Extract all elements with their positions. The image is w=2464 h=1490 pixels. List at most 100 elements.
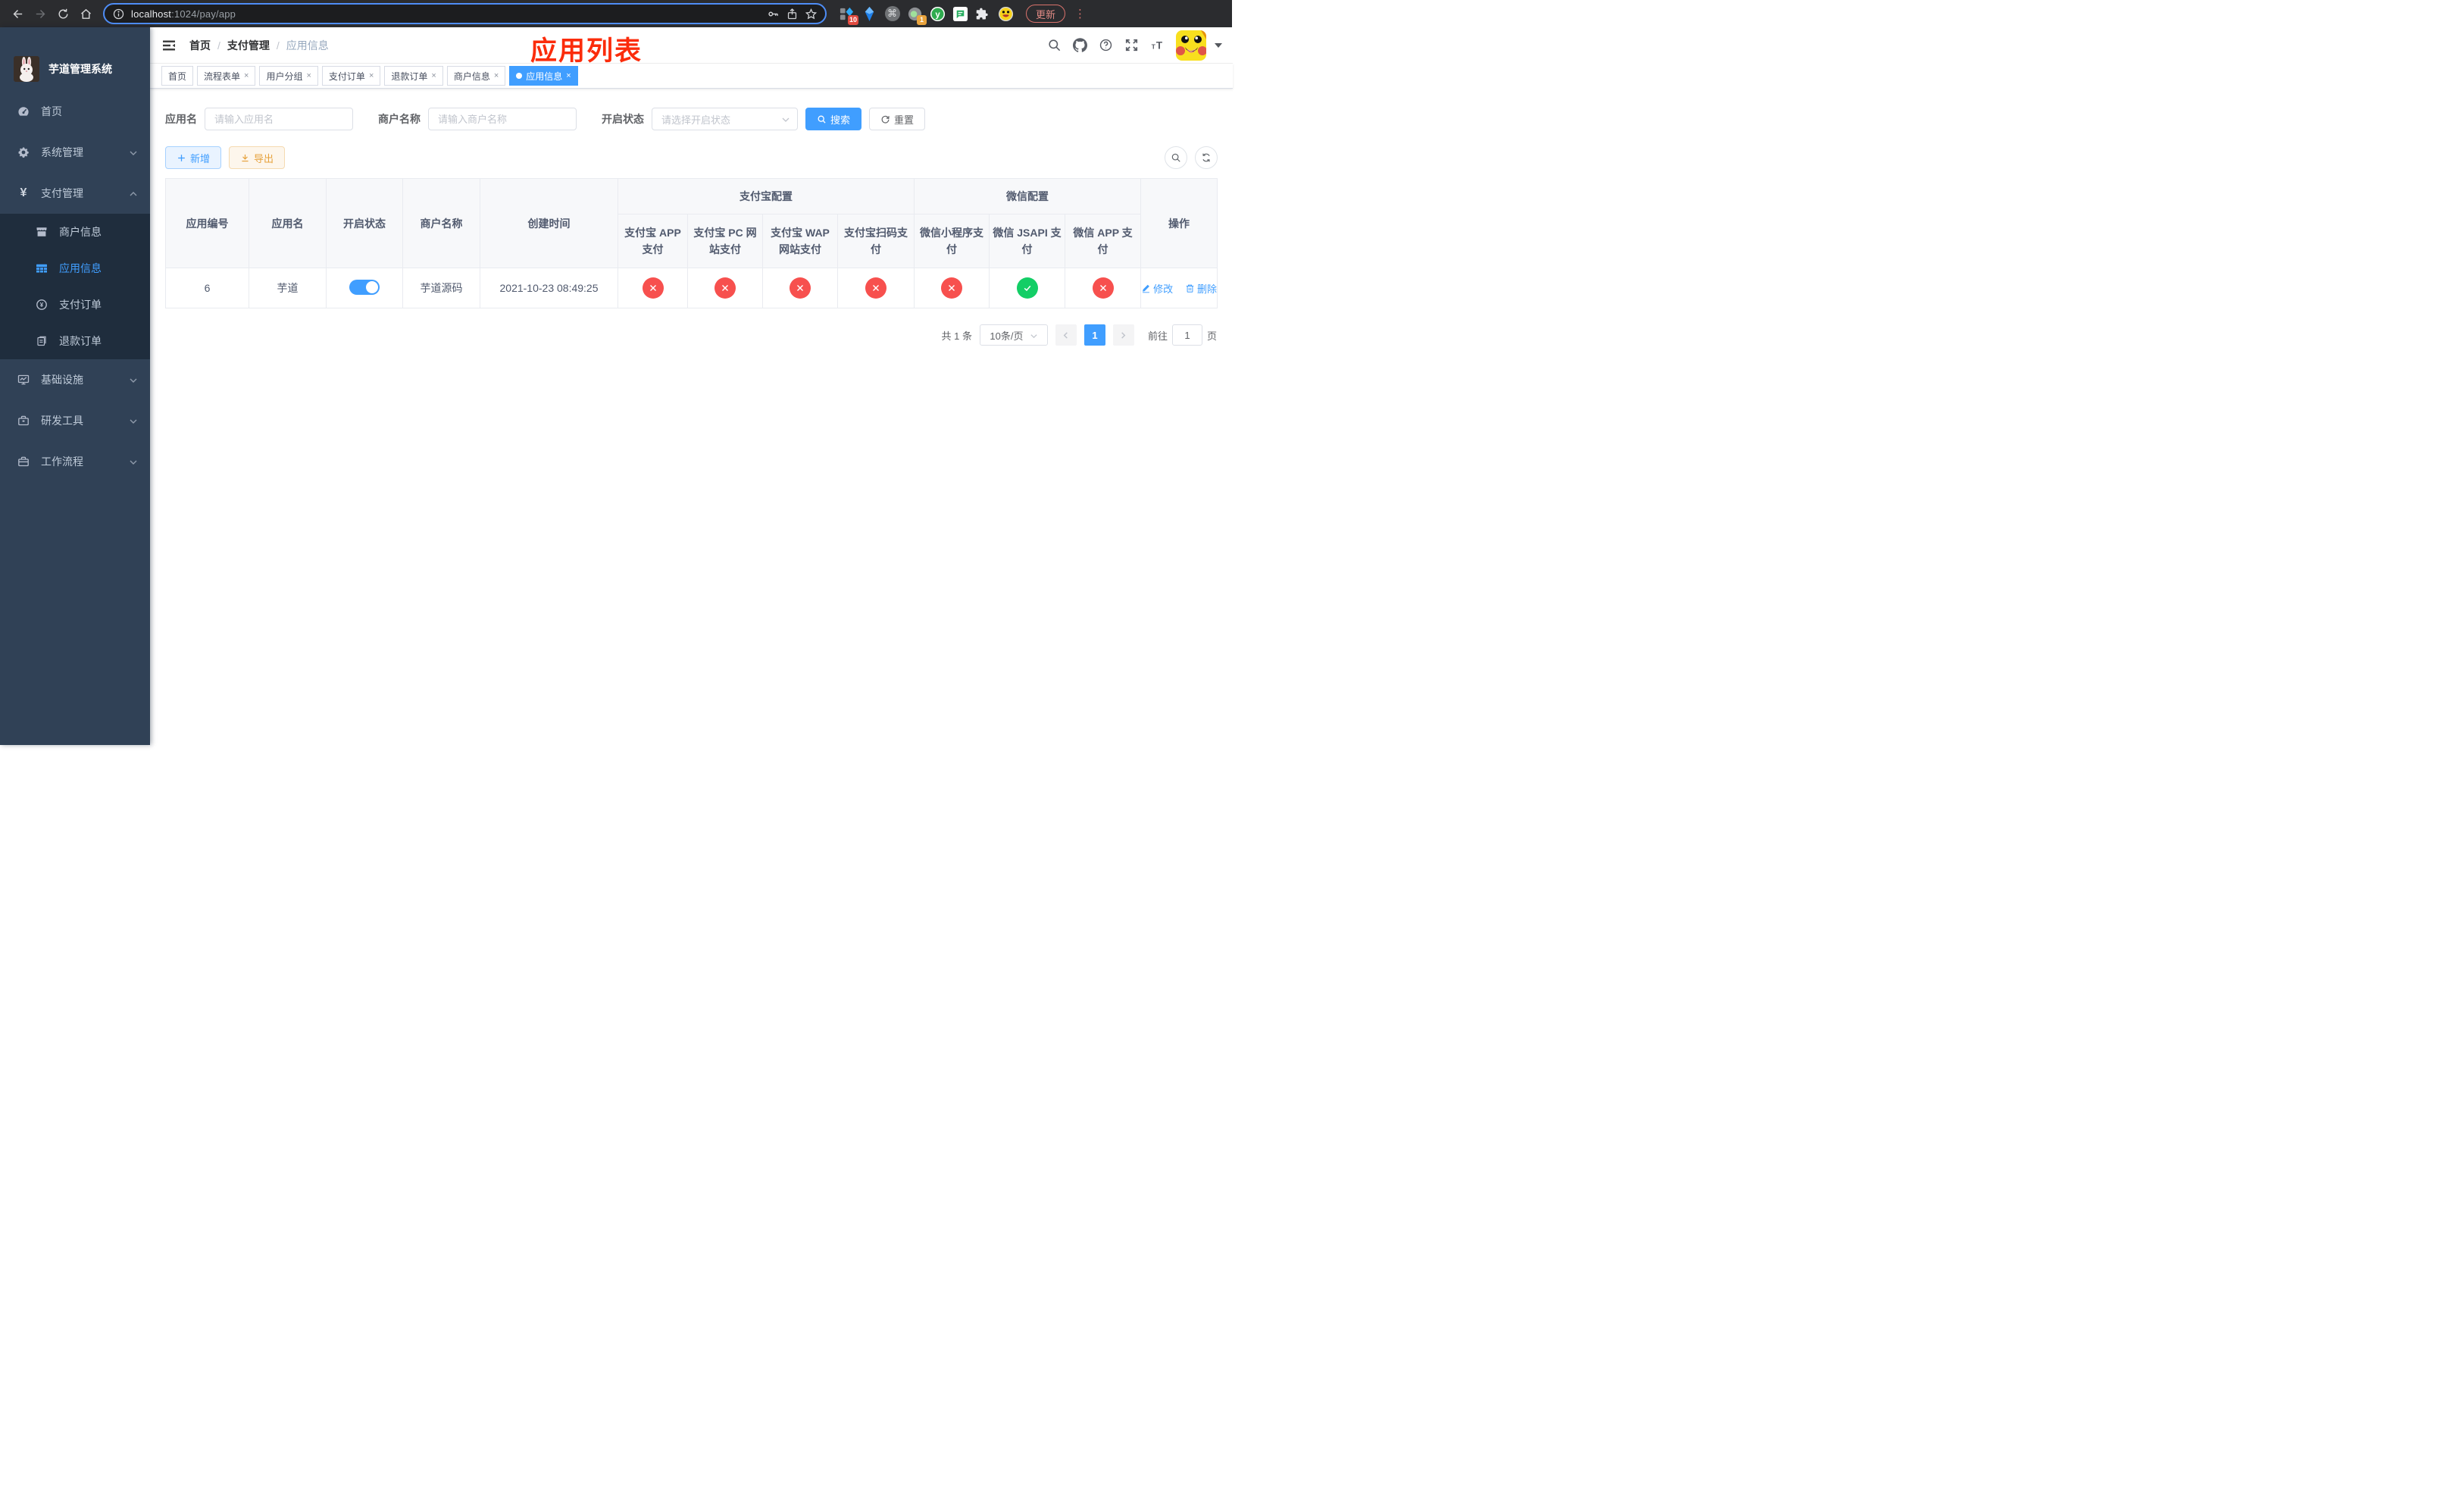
tag-pay-order[interactable]: 支付订单 × [321,66,381,86]
extension-command-icon[interactable]: ⌘ [884,6,900,22]
close-icon[interactable]: × [566,71,571,80]
fullscreen-icon[interactable] [1124,38,1139,52]
svg-text:¥: ¥ [40,302,44,308]
cross-icon [714,277,736,299]
active-dot [516,73,523,79]
pagination: 共 1 条 10条/页 1 前往 页 [165,324,1217,346]
search-icon[interactable] [1047,38,1062,52]
toggle-search-button[interactable] [1165,146,1188,169]
back-icon[interactable] [8,4,27,23]
extension-proxy-icon[interactable]: 1 [907,6,927,25]
page-unit-label: 页 [1206,330,1217,342]
tag-merchant-info[interactable]: 商户信息 × [446,66,506,86]
info-icon[interactable] [112,8,125,20]
breadcrumb-home[interactable]: 首页 [189,38,211,53]
browser-update-button[interactable]: 更新 [1026,5,1066,23]
tag-home[interactable]: 首页 [161,66,194,86]
cell-wx-app-status [1064,268,1142,308]
tag-app-info-active[interactable]: 应用信息 × [509,66,578,86]
extension-gem-icon[interactable] [861,6,877,22]
goto-label: 前往 [1147,330,1168,342]
sidebar-item-app-info[interactable]: 应用信息 [0,250,150,286]
goto-page-input[interactable] [1171,324,1202,346]
svg-text:T: T [1152,42,1156,50]
export-button[interactable]: 导出 [229,146,286,169]
prev-page-button[interactable] [1055,324,1077,346]
extension-y-icon[interactable]: y [930,6,946,22]
cell-status [326,268,403,308]
table-row: 6 芋道 芋道源码 2021-10-23 08:49:25 修改 删除 [165,268,1218,308]
sidebar-logo-row[interactable]: 芋道管理系统 [0,27,150,91]
cell-merchant: 芋道源码 [402,268,480,308]
sidebar: 芋道管理系统 首页 系统管理 ¥ 支付管理 商户信息 应用信息 ¥ 支付订单 退… [0,27,150,745]
bookmark-star-icon[interactable] [805,8,818,20]
sidebar-item-devtools[interactable]: 研发工具 [0,400,150,441]
font-size-icon[interactable]: TT [1150,38,1165,52]
app-name-input[interactable] [205,108,353,130]
sidebar-item-home[interactable]: 首页 [0,91,150,132]
sidebar-item-refund-order[interactable]: 退款订单 [0,323,150,359]
key-icon[interactable] [767,8,780,20]
breadcrumb-pay[interactable]: 支付管理 [227,38,270,53]
page-number-1[interactable]: 1 [1083,324,1105,346]
sidebar-item-system[interactable]: 系统管理 [0,132,150,173]
sidebar-item-label: 应用信息 [59,262,102,274]
avatar[interactable] [1176,30,1207,61]
collapse-sidebar-icon[interactable] [161,37,177,54]
close-icon[interactable]: × [244,71,249,80]
gear-icon [17,146,30,159]
reload-icon[interactable] [53,4,73,23]
tag-user-group[interactable]: 用户分组 × [259,66,318,86]
col-header-actions: 操作 [1140,178,1218,268]
next-page-button[interactable] [1112,324,1134,346]
document-icon [35,334,48,348]
cell-alipay-pc-status [687,268,763,308]
merchant-name-input[interactable] [428,108,577,130]
sidebar-item-pay[interactable]: ¥ 支付管理 [0,173,150,214]
delete-link[interactable]: 删除 [1185,281,1217,296]
sidebar-item-label: 商户信息 [59,226,102,238]
forward-icon[interactable] [30,4,50,23]
breadcrumb-current: 应用信息 [286,39,329,52]
help-icon[interactable] [1099,38,1113,52]
page-size-select[interactable]: 10条/页 [979,324,1048,346]
address-bar[interactable]: localhost:1024/pay/app [103,3,827,24]
tags-view: 首页 流程表单 × 用户分组 × 支付订单 × 退款订单 × 商户信息 × 应用信息 × [150,64,1234,89]
share-icon[interactable] [786,8,799,20]
sidebar-item-label: 支付订单 [59,299,102,311]
sidebar-item-merchant-info[interactable]: 商户信息 [0,214,150,250]
close-icon[interactable]: × [494,71,499,80]
extension-puzzle-icon[interactable] [975,6,991,22]
github-icon[interactable] [1073,38,1088,52]
close-icon[interactable]: × [431,71,436,80]
chevron-down-icon [1030,331,1038,340]
coin-icon: ¥ [35,298,48,311]
avatar-caret-icon[interactable] [1215,42,1223,48]
add-button[interactable]: 新增 [165,146,222,169]
reset-button[interactable]: 重置 [869,108,926,130]
status-select[interactable]: 请选择开启状态 [652,108,798,130]
extension-blue-diamond-icon[interactable]: 10 [839,6,858,25]
browser-menu-icon[interactable]: ⋮ [1074,8,1086,20]
chevron-down-icon [129,375,138,384]
col-header-app-id: 应用编号 [165,178,249,268]
sidebar-item-infra[interactable]: 基础设施 [0,359,150,400]
status-toggle[interactable] [349,279,380,295]
tag-refund-order[interactable]: 退款订单 × [384,66,443,86]
close-icon[interactable]: × [306,71,311,80]
edit-link[interactable]: 修改 [1141,281,1173,296]
tag-flow-form[interactable]: 流程表单 × [197,66,256,86]
search-button[interactable]: 搜索 [805,108,862,130]
sidebar-item-pay-order[interactable]: ¥ 支付订单 [0,286,150,323]
col-header-wx-app: 微信 APP 支付 [1064,214,1142,268]
close-icon[interactable]: × [369,71,374,80]
cross-icon [790,277,811,299]
cell-app-id: 6 [165,268,249,308]
extension-chat-icon[interactable] [952,6,968,22]
extension-emoji-icon[interactable] [998,6,1014,22]
home-icon[interactable] [76,4,95,23]
table-toolbar: 新增 导出 [165,146,1218,170]
sidebar-item-workflow[interactable]: 工作流程 [0,441,150,482]
url-text[interactable]: localhost:1024/pay/app [131,8,236,20]
refresh-button[interactable] [1195,146,1218,169]
